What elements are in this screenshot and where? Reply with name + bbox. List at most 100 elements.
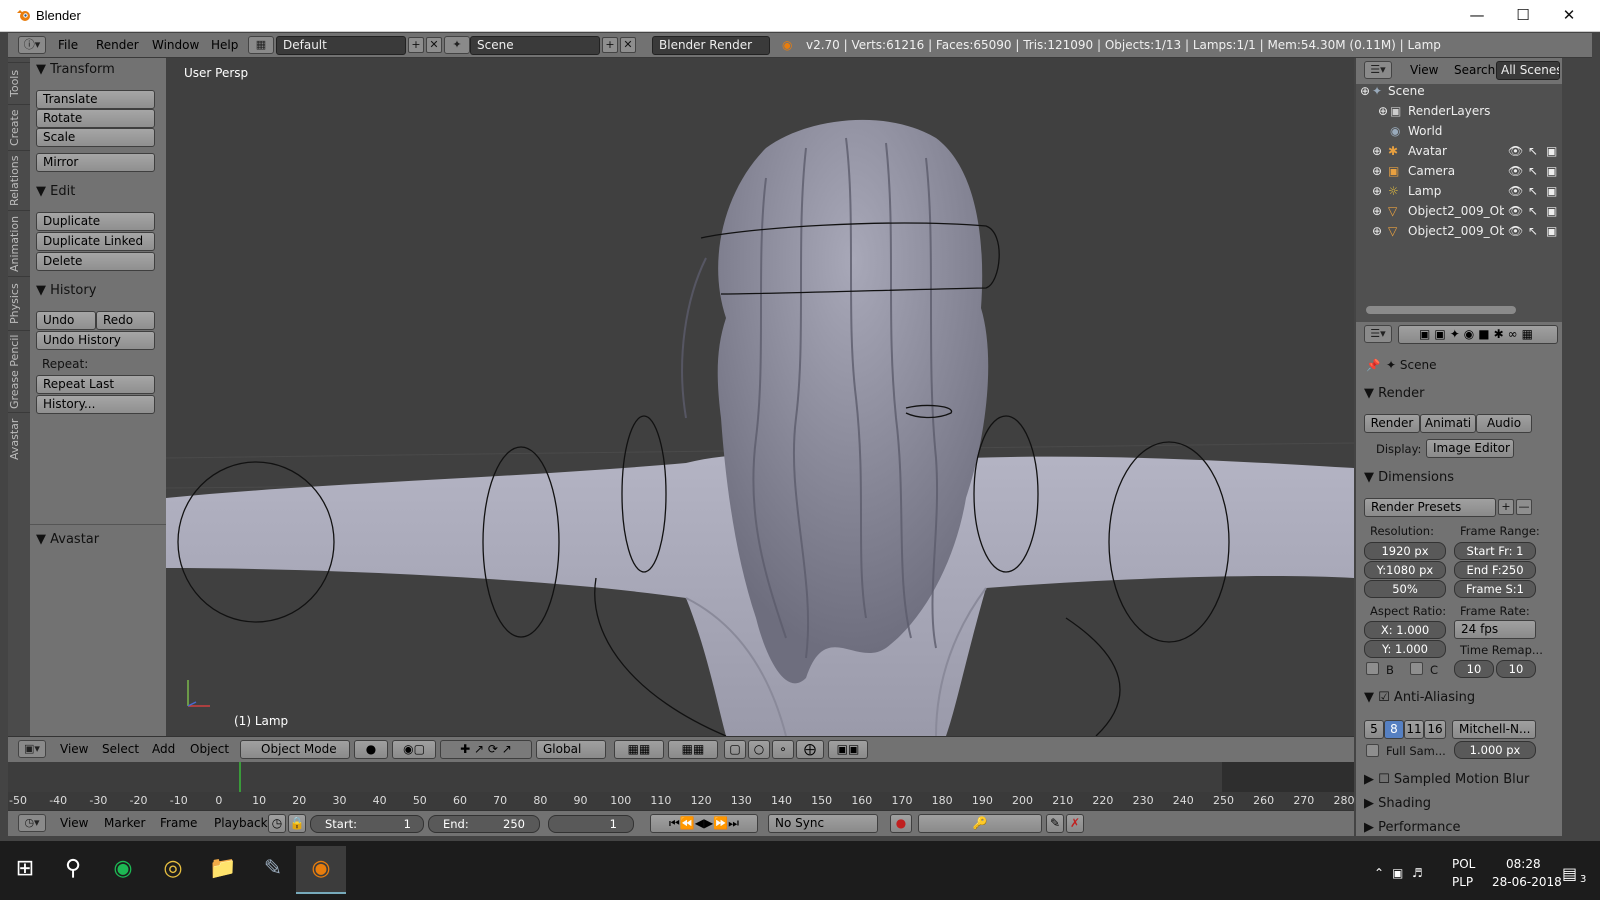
tl-menu-frame[interactable]: Frame — [160, 816, 197, 830]
undo-history-button[interactable]: Undo History — [36, 331, 155, 350]
delete-keyframe-icon[interactable]: ✗ — [1066, 814, 1084, 833]
screen-layout-field[interactable]: Default — [276, 36, 406, 55]
edit-panel-header[interactable]: ▼ Edit — [36, 184, 160, 199]
shading-panel-header[interactable]: ▶ Shading — [1364, 796, 1431, 811]
outliner-menu-view[interactable]: View — [1410, 63, 1438, 77]
outliner-item-camera[interactable]: ⊕ ▣ Camera 👁 ↖ ▣ — [1356, 164, 1562, 184]
repeat-last-button[interactable]: Repeat Last — [36, 375, 155, 394]
outliner-item-world[interactable]: ◉ World — [1356, 124, 1562, 144]
select-cursor-icon[interactable]: ↖ — [1528, 184, 1538, 198]
chrome-icon[interactable]: ◎ — [148, 846, 198, 894]
frame-rate-select[interactable]: 24 fps — [1454, 620, 1536, 639]
layers-grid-1[interactable]: ▦▦ — [614, 740, 664, 759]
tab-relations[interactable]: Relations — [8, 150, 30, 210]
current-frame-indicator[interactable] — [239, 762, 241, 792]
aa-samples-5[interactable]: 5 — [1364, 720, 1384, 739]
lock-icon[interactable]: ▢ — [724, 740, 746, 759]
vp-menu-object[interactable]: Object — [190, 742, 229, 756]
tab-grease-pencil[interactable]: Grease Pencil — [8, 330, 30, 412]
tl-menu-playback[interactable]: Playback — [214, 816, 268, 830]
vp-menu-view[interactable]: View — [60, 742, 88, 756]
expand-icon[interactable]: ⊕ — [1372, 144, 1382, 158]
file-explorer-icon[interactable]: 📁 — [198, 846, 248, 894]
display-select[interactable]: Image Editor — [1426, 439, 1514, 458]
vp-menu-select[interactable]: Select — [102, 742, 139, 756]
expand-icon[interactable]: ⊕ — [1372, 164, 1382, 178]
end-frame-prop[interactable]: End F:250 — [1454, 561, 1536, 579]
rotate-button[interactable]: Rotate — [36, 109, 155, 128]
visibility-icon[interactable]: 👁 — [1508, 184, 1523, 198]
render-camera-icon[interactable]: ▣ — [1546, 204, 1557, 218]
keyboard-layout[interactable]: PLP — [1452, 875, 1473, 889]
transform-panel-header[interactable]: ▼ Transform — [36, 62, 160, 77]
paint-app-icon[interactable]: ✎ — [248, 846, 298, 894]
record-icon[interactable]: ● — [890, 814, 912, 833]
aa-samples-8[interactable]: 8 — [1384, 720, 1404, 739]
viewport-shading-icon[interactable]: ● — [354, 740, 388, 759]
render-presets-select[interactable]: Render Presets — [1364, 498, 1496, 517]
3d-viewport[interactable]: User Persp (1) Lamp — [166, 58, 1354, 736]
outliner-item-lamp[interactable]: ⊕ ☼ Lamp 👁 ↖ ▣ — [1356, 184, 1562, 204]
visibility-icon[interactable]: 👁 — [1508, 144, 1523, 158]
mirror-button[interactable]: Mirror — [36, 153, 155, 172]
undo-button[interactable]: Undo — [36, 311, 96, 330]
tray-chevron-icon[interactable]: ⌃ — [1374, 866, 1384, 880]
remove-preset-icon[interactable]: — — [1516, 499, 1532, 515]
expand-icon[interactable]: ⊕ — [1378, 104, 1388, 118]
current-frame-field[interactable]: 1 — [548, 815, 634, 833]
maximize-button[interactable]: ☐ — [1500, 0, 1546, 32]
render-preview-icons[interactable]: ▣▣ — [828, 740, 868, 759]
duplicate-linked-button[interactable]: Duplicate Linked — [36, 232, 155, 251]
avastar-panel-header[interactable]: ▼ Avastar — [36, 532, 160, 547]
lock-range-icon[interactable]: 🔒 — [288, 814, 306, 833]
add-scene-icon[interactable]: + — [602, 37, 618, 53]
aa-panel-header[interactable]: ▼ ☑ Anti-Aliasing — [1364, 690, 1475, 705]
blender-taskbar-icon[interactable]: ◉ — [296, 846, 346, 894]
frame-step-prop[interactable]: Frame S:1 — [1454, 580, 1536, 598]
time-remap-old[interactable]: 10 — [1454, 660, 1494, 678]
object-mode-select[interactable]: Object Mode — [240, 740, 350, 759]
border-checkbox[interactable] — [1366, 662, 1379, 675]
aa-samples-11[interactable]: 11 — [1404, 720, 1424, 739]
start-frame-prop[interactable]: Start Fr: 1 — [1454, 542, 1536, 560]
tab-create[interactable]: Create — [8, 104, 30, 150]
language-code[interactable]: POL — [1452, 857, 1475, 871]
aa-filter-select[interactable]: Mitchell-N... — [1452, 720, 1536, 739]
scene-icon[interactable]: ✦ — [444, 36, 470, 54]
add-preset-icon[interactable]: + — [1498, 499, 1514, 515]
render-camera-icon[interactable]: ▣ — [1546, 184, 1557, 198]
end-frame-field[interactable]: End: 250 — [428, 815, 540, 833]
proportional-edit-icon[interactable]: ○ — [748, 740, 770, 759]
sync-mode-select[interactable]: No Sync — [768, 814, 878, 833]
duplicate-button[interactable]: Duplicate — [36, 212, 155, 231]
render-camera-icon[interactable]: ▣ — [1546, 144, 1557, 158]
screen-layout-icon[interactable]: ▦ — [248, 36, 274, 54]
clock-time[interactable]: 08:28 — [1506, 857, 1541, 871]
performance-panel-header[interactable]: ▶ Performance — [1364, 820, 1461, 835]
scale-button[interactable]: Scale — [36, 128, 155, 147]
expand-icon[interactable]: ⊕ — [1372, 224, 1382, 238]
aa-samples-16[interactable]: 16 — [1424, 720, 1446, 739]
outliner-scrollbar[interactable] — [1366, 306, 1516, 314]
close-window-button[interactable]: ✕ — [1546, 0, 1592, 32]
outliner-filter-select[interactable]: All Scenes — [1496, 61, 1560, 80]
render-still-button[interactable]: Render — [1364, 414, 1420, 433]
collapse-icon[interactable]: ⊕ — [1360, 84, 1370, 98]
crop-checkbox[interactable] — [1410, 662, 1423, 675]
network-icon[interactable]: ▣ — [1392, 866, 1403, 880]
pin-icon[interactable]: 📌 — [1366, 358, 1380, 372]
layers-grid-2[interactable]: ▦▦ — [668, 740, 718, 759]
remove-screen-icon[interactable]: ✕ — [426, 37, 442, 53]
editor-type-properties-icon[interactable]: ☰▾ — [1364, 325, 1392, 343]
editor-type-3dview-icon[interactable]: ▣▾ — [18, 740, 46, 758]
add-screen-icon[interactable]: + — [408, 37, 424, 53]
info-editor-type-icon[interactable]: ⓘ▾ — [18, 36, 46, 54]
transform-orientation-select[interactable]: Global — [536, 740, 606, 759]
volume-icon[interactable]: ♬ — [1412, 866, 1423, 880]
filter-size-field[interactable]: 1.000 px — [1454, 741, 1536, 759]
menu-window[interactable]: Window — [152, 38, 199, 52]
menu-render[interactable]: Render — [96, 38, 139, 52]
tab-tools[interactable]: Tools — [8, 62, 30, 104]
outliner-item-scene[interactable]: ⊕ ✦ Scene — [1356, 84, 1562, 104]
history-button[interactable]: History... — [36, 395, 155, 414]
